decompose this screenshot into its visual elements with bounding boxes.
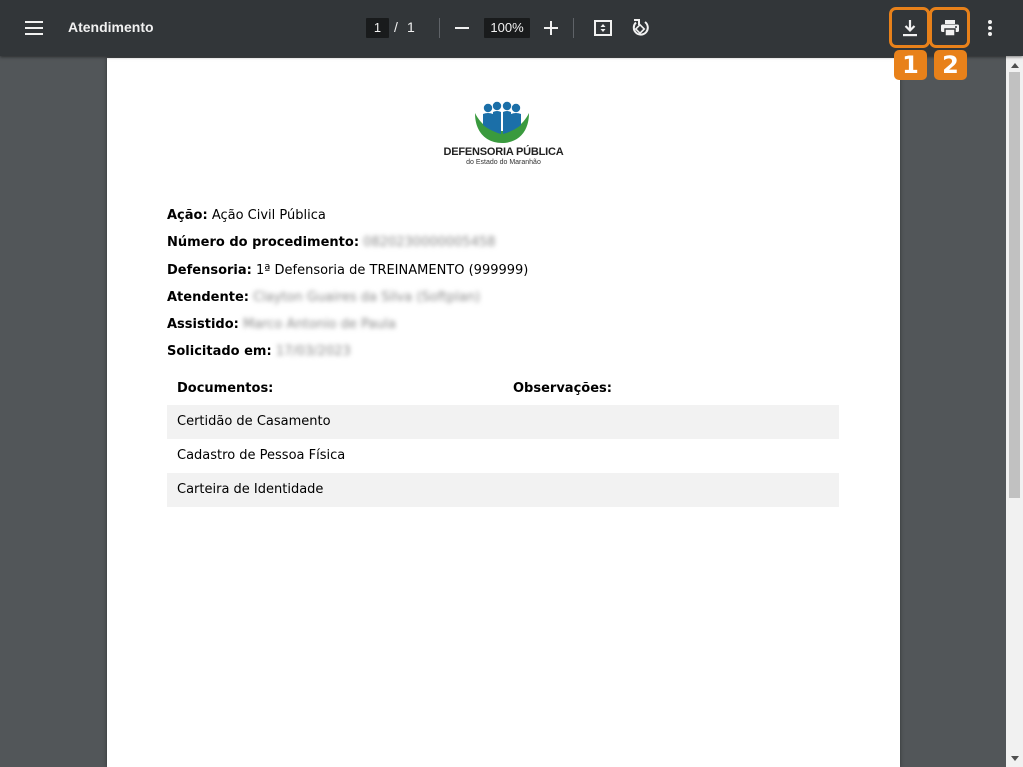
field-numero-procedimento: Número do procedimento: 0820230000005458: [167, 235, 496, 250]
menu-icon[interactable]: [18, 12, 50, 44]
table-cell: Carteira de Identidade: [177, 482, 324, 497]
document-title: Atendimento: [68, 19, 154, 35]
field-value-redacted: Clayton Guaires da Silva (Softplan): [253, 290, 481, 305]
minus-icon[interactable]: [450, 16, 474, 40]
defensoria-logo-icon: [475, 101, 529, 143]
field-solicitado-em: Solicitado em: 17/03/2023: [167, 344, 351, 359]
field-atendente: Atendente: Clayton Guaires da Silva (Sof…: [167, 290, 480, 305]
field-value-redacted: 17/03/2023: [275, 344, 351, 359]
highlight-download: [889, 7, 930, 48]
scroll-up-icon[interactable]: [1006, 57, 1023, 73]
toolbar-divider: [573, 18, 574, 38]
plus-icon[interactable]: [539, 16, 563, 40]
fit-page-icon[interactable]: [591, 16, 615, 40]
field-label: Ação:: [167, 208, 208, 223]
table-row: Carteira de Identidade: [167, 473, 839, 507]
table-header-documentos: Documentos:: [177, 381, 274, 396]
step-badge-1: 1: [894, 50, 927, 80]
field-label: Assistido:: [167, 317, 239, 332]
org-subtitle: do Estado do Maranhão: [466, 159, 541, 166]
table-cell: Cadastro de Pessoa Física: [177, 448, 346, 463]
scrollbar-thumb[interactable]: [1009, 72, 1020, 498]
step-badge-2: 2: [934, 50, 967, 80]
table-row: Cadastro de Pessoa Física: [167, 439, 839, 473]
table-header-observacoes: Observações:: [513, 381, 612, 396]
table-cell: Certidão de Casamento: [177, 414, 331, 429]
current-page-input[interactable]: 1: [366, 18, 389, 38]
field-acao: Ação: Ação Civil Pública: [167, 208, 326, 223]
field-label: Atendente:: [167, 290, 249, 305]
field-value: 1ª Defensoria de TREINAMENTO (999999): [255, 263, 529, 278]
field-value: Ação Civil Pública: [211, 208, 326, 223]
org-name: DEFENSORIA PÚBLICA: [443, 146, 564, 158]
pdf-toolbar: Atendimento 1 / 1 100%: [0, 0, 1023, 56]
zoom-level-input[interactable]: 100%: [484, 18, 530, 38]
field-value-redacted: 0820230000005458: [363, 235, 496, 250]
field-label: Número do procedimento:: [167, 235, 360, 250]
field-label: Defensoria:: [167, 263, 252, 278]
total-pages: 1: [407, 19, 415, 35]
toolbar-divider: [439, 18, 440, 38]
field-defensoria: Defensoria: 1ª Defensoria de TREINAMENTO…: [167, 263, 528, 278]
rotate-icon[interactable]: [628, 16, 652, 40]
page-separator: /: [394, 19, 398, 35]
field-label: Solicitado em:: [167, 344, 272, 359]
field-assistido: Assistido: Marco Antonio de Paula: [167, 317, 396, 332]
highlight-print: [929, 7, 970, 48]
scroll-down-icon[interactable]: [1006, 750, 1023, 766]
field-value-redacted: Marco Antonio de Paula: [242, 317, 397, 332]
pdf-page: DEFENSORIA PÚBLICA do Estado do Maranhão…: [107, 58, 900, 767]
more-vert-icon[interactable]: [978, 16, 1002, 40]
table-row: Certidão de Casamento: [167, 405, 839, 439]
